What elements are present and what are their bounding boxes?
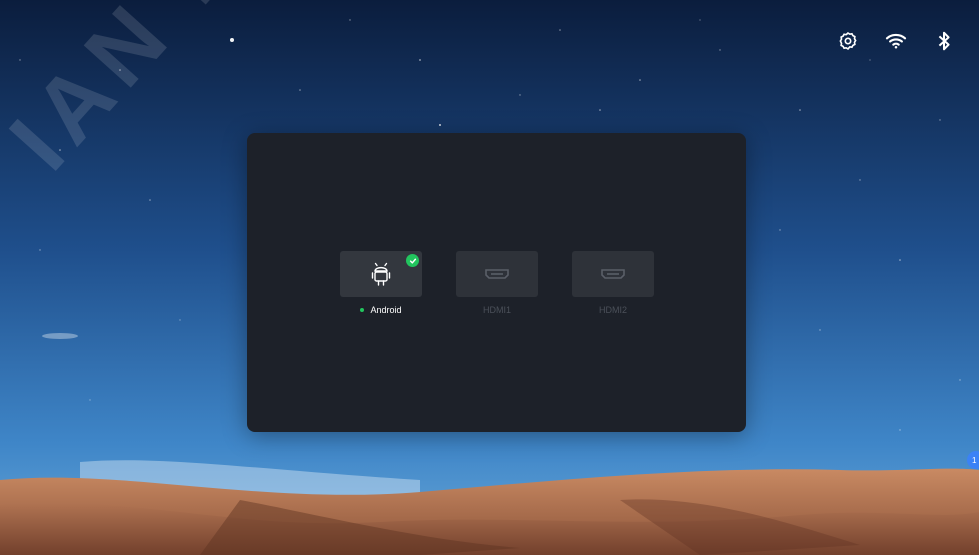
source-card[interactable] [456,251,538,297]
active-dot [360,308,365,312]
source-card[interactable] [572,251,654,297]
wifi-icon[interactable] [885,30,907,52]
selected-check-icon [406,254,419,267]
source-label: HDMI2 [598,305,627,315]
input-source-panel: Android HDMI1 HDMI2 [247,133,746,432]
source-card[interactable] [340,251,422,297]
source-hdmi1[interactable]: HDMI1 [456,251,538,315]
android-icon [371,262,391,286]
source-android[interactable]: Android [340,251,422,315]
gear-icon[interactable] [837,30,859,52]
status-bar [837,30,955,52]
hdmi-port-icon [601,269,625,279]
source-label: HDMI1 [482,305,511,315]
notification-count: 1 [972,455,977,465]
bluetooth-icon[interactable] [933,30,955,52]
notification-badge[interactable]: 1 [967,451,979,469]
source-hdmi2[interactable]: HDMI2 [572,251,654,315]
source-label: Android [370,305,402,315]
hdmi-port-icon [485,269,509,279]
